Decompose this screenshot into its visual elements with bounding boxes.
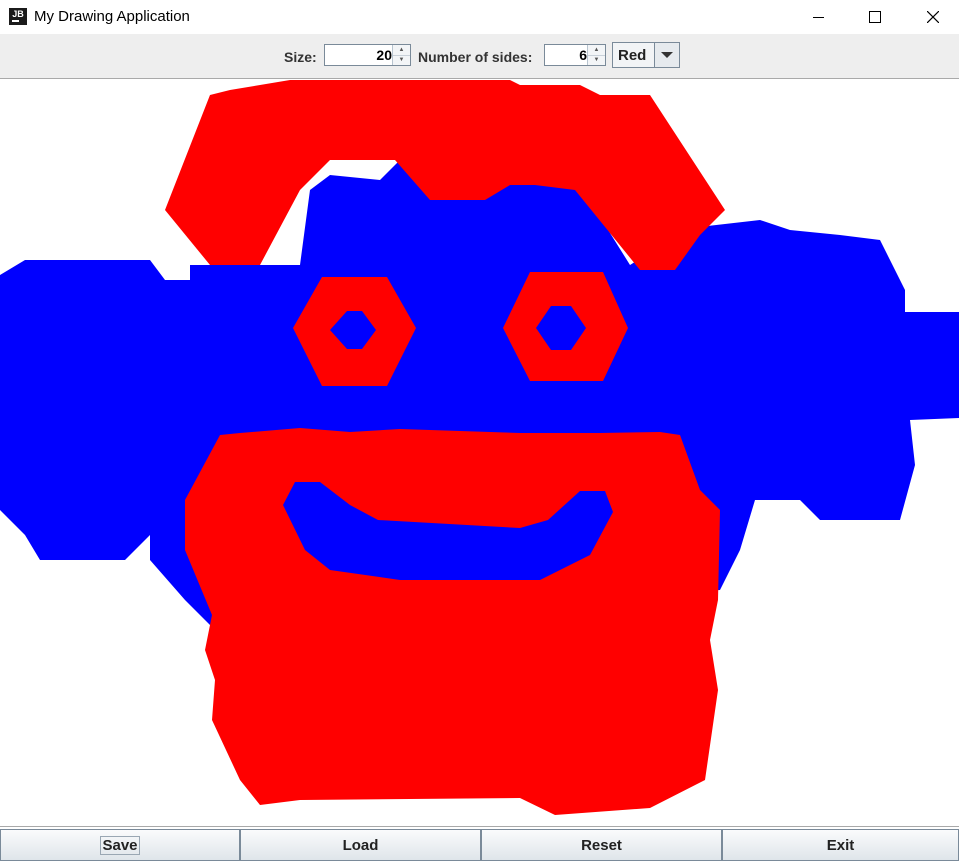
- red-strokes: [165, 80, 725, 815]
- save-button[interactable]: Save: [0, 829, 240, 861]
- size-decrement-icon[interactable]: ▼: [393, 55, 410, 65]
- title-bar: JB My Drawing Application: [0, 0, 959, 34]
- exit-button[interactable]: Exit: [722, 829, 959, 861]
- dropdown-button[interactable]: [654, 43, 679, 67]
- reset-label: Reset: [581, 836, 622, 854]
- minimize-button[interactable]: [795, 0, 841, 34]
- button-bar: Save Load Reset Exit: [0, 826, 959, 862]
- size-label: Size:: [284, 49, 317, 65]
- app-icon: JB: [9, 8, 27, 25]
- load-label: Load: [342, 836, 379, 854]
- sides-label: Number of sides:: [418, 49, 533, 65]
- size-spinner[interactable]: 20 ▲ ▼: [324, 44, 411, 66]
- sides-decrement-icon[interactable]: ▼: [588, 55, 605, 65]
- maximize-icon: [869, 11, 881, 23]
- maximize-button[interactable]: [852, 0, 898, 34]
- drawing-canvas[interactable]: [0, 80, 959, 825]
- close-button[interactable]: [910, 0, 956, 34]
- color-select-value[interactable]: Red: [618, 47, 646, 64]
- reset-button[interactable]: Reset: [481, 829, 722, 861]
- sides-value[interactable]: 6: [579, 47, 587, 63]
- size-value[interactable]: 20: [376, 47, 392, 63]
- save-label: Save: [100, 835, 140, 855]
- minimize-icon: [812, 16, 824, 18]
- toolbar: Size: 20 ▲ ▼ Number of sides: 6 ▲ ▼ Red: [0, 34, 959, 79]
- color-select[interactable]: Red: [612, 42, 680, 68]
- blue-strokes: [0, 160, 959, 625]
- window-title: My Drawing Application: [34, 8, 190, 25]
- chevron-down-icon: [661, 52, 673, 58]
- close-icon: [927, 11, 939, 23]
- exit-label: Exit: [826, 836, 855, 854]
- sides-spinner[interactable]: 6 ▲ ▼: [544, 44, 606, 66]
- load-button[interactable]: Load: [240, 829, 481, 861]
